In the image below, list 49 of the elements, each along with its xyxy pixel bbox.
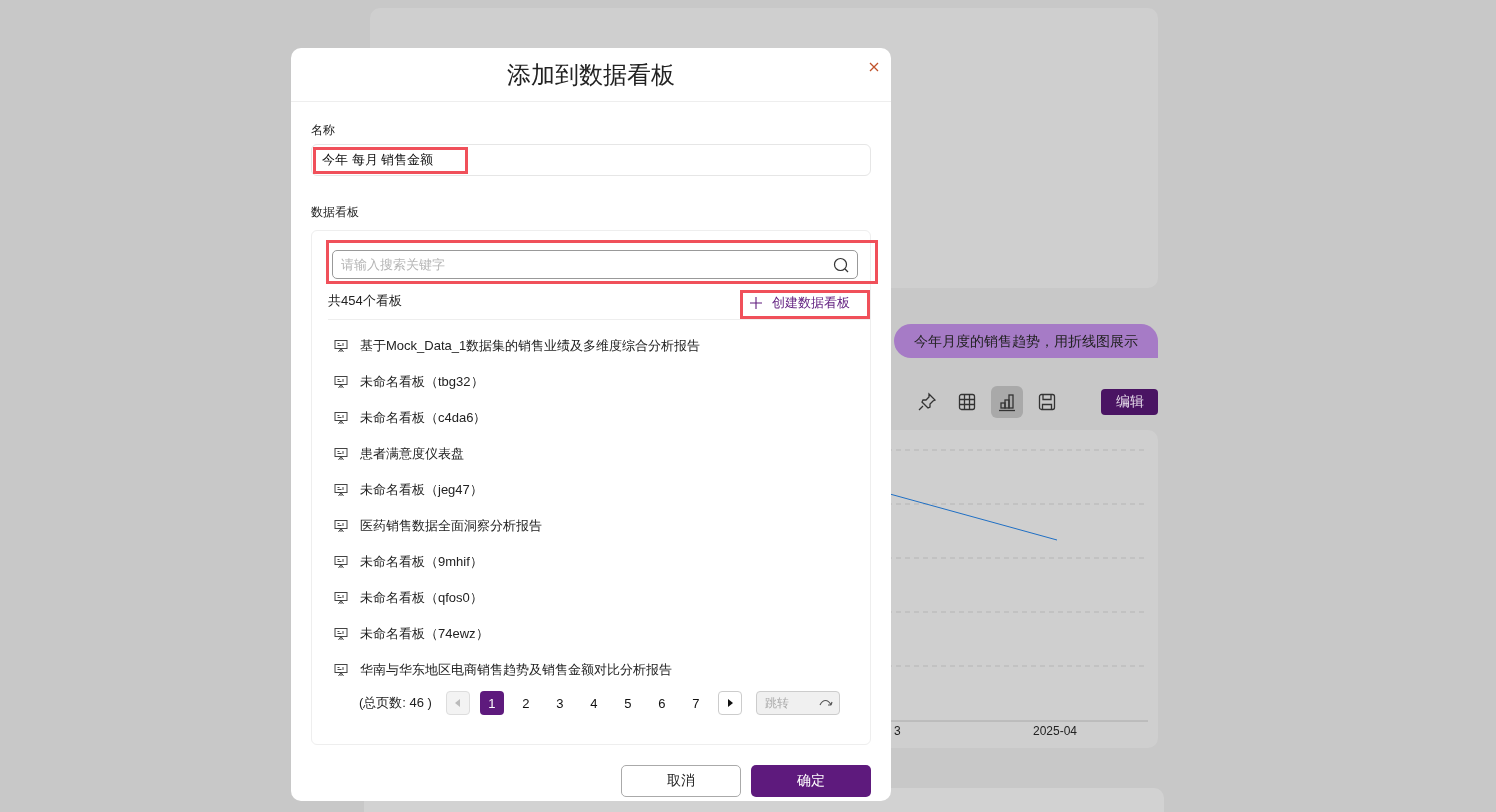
dashboard-list-item[interactable]: 未命名看板（tbg32）: [326, 364, 870, 400]
page-number[interactable]: 6: [649, 691, 674, 715]
dashboard-list-item[interactable]: 未命名看板（c4da6）: [326, 400, 870, 436]
create-dashboard-button[interactable]: 创建数据看板: [746, 293, 850, 313]
page-number[interactable]: 1: [479, 691, 504, 715]
presentation-board-icon: [334, 519, 348, 533]
dashboard-list-item[interactable]: 患者满意度仪表盘: [326, 436, 870, 472]
confirm-button[interactable]: 确定: [751, 765, 871, 797]
presentation-board-icon: [334, 411, 348, 425]
edit-button[interactable]: 编辑: [1101, 389, 1158, 415]
search-field[interactable]: 请输入搜索关键字: [332, 250, 858, 279]
page-number[interactable]: 3: [547, 691, 572, 715]
presentation-board-icon: [334, 555, 348, 569]
dashboard-list-item[interactable]: 华南与华东地区电商销售趋势及销售金额对比分析报告: [326, 652, 870, 688]
redo-arrow-icon: [818, 698, 833, 708]
presentation-board-icon: [334, 339, 348, 353]
page-number[interactable]: 2: [513, 691, 538, 715]
total-pages-label: (总页数: 46 ): [359, 694, 432, 712]
field-label: 数据看板: [311, 204, 360, 220]
page-number[interactable]: 7: [683, 691, 708, 715]
name-input-field[interactable]: 今年 每月 销售金额: [311, 144, 871, 176]
dashboard-list-item[interactable]: 未命名看板（jeg47）: [326, 472, 870, 508]
dashboard-list-item[interactable]: 未命名看板（74ewz）: [326, 616, 870, 652]
presentation-board-icon: [334, 627, 348, 641]
dashboard-list-item[interactable]: 基于Mock_Data_1数据集的销售业绩及多维度综合分析报告: [326, 328, 870, 364]
presentation-board-icon: [334, 483, 348, 497]
dashboard-list-item[interactable]: 未命名看板（qfos0）: [326, 580, 870, 616]
bar-chart-icon[interactable]: [991, 386, 1023, 418]
close-icon[interactable]: [869, 62, 879, 72]
next-page-button[interactable]: [717, 691, 742, 715]
dashboard-list-item[interactable]: 未命名看板（9mhif）: [326, 544, 870, 580]
dialog-title: 添加到数据看板: [507, 59, 675, 90]
axis-label: 2025-04: [1033, 724, 1078, 738]
dashboard-list-item[interactable]: 医药销售数据全面洞察分析报告: [326, 508, 870, 544]
presentation-board-icon: [334, 663, 348, 677]
presentation-board-icon: [334, 375, 348, 389]
page-number[interactable]: 5: [615, 691, 640, 715]
search-icon: [833, 257, 849, 273]
plus-icon: [750, 297, 762, 309]
presentation-board-icon: [334, 447, 348, 461]
left-triangle-icon: [453, 698, 462, 708]
axis-label: 3: [894, 724, 901, 738]
right-triangle-icon: [725, 698, 734, 708]
cancel-button[interactable]: 取消: [621, 765, 741, 797]
dashboard-count: 共454个看板: [328, 292, 402, 310]
field-label: 名称: [311, 122, 336, 138]
presentation-board-icon: [334, 591, 348, 605]
chat-bubble: 今年月度的销售趋势，用折线图展示: [894, 324, 1158, 358]
page-number[interactable]: 4: [581, 691, 606, 715]
